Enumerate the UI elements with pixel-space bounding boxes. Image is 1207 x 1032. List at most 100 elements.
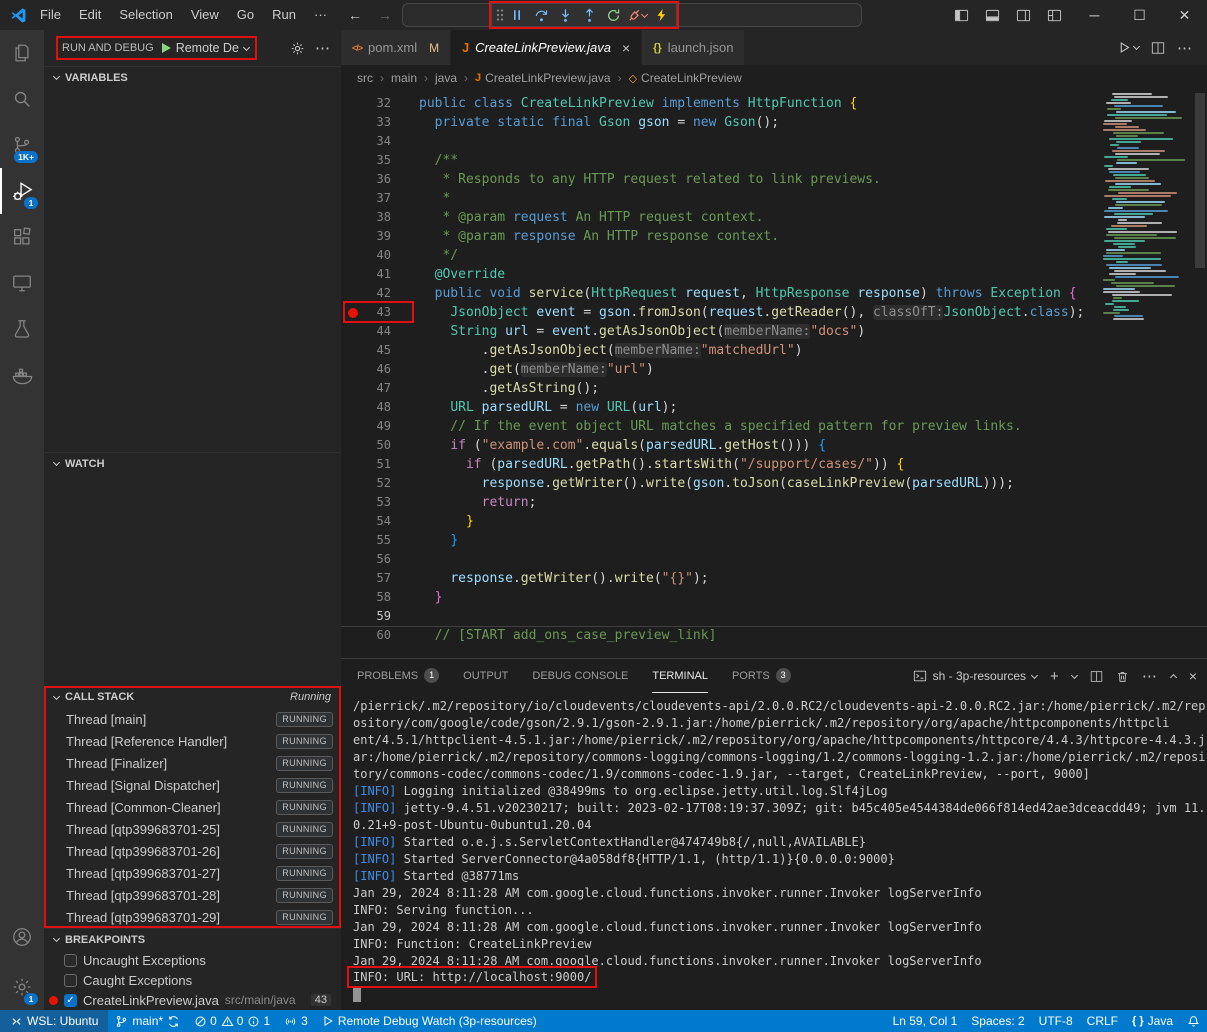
code-line[interactable]: 55 }	[341, 531, 1207, 550]
kill-terminal-icon[interactable]	[1116, 670, 1129, 683]
code-line[interactable]: 34	[341, 132, 1207, 151]
docker-icon[interactable]	[0, 352, 44, 398]
panel-tab-terminal[interactable]: TERMINAL	[652, 659, 708, 693]
disconnect-icon[interactable]	[625, 4, 649, 26]
run-and-debug-icon[interactable]: 1	[0, 168, 44, 214]
code-line[interactable]: 46 .get(memberName:"url")	[341, 360, 1207, 379]
problems-indicator[interactable]: 0 0 1	[187, 1010, 277, 1032]
editor-gutter[interactable]: 47	[341, 379, 405, 398]
restart-icon[interactable]	[601, 4, 625, 26]
views-more-icon[interactable]: ⋯	[315, 39, 331, 57]
terminal-output[interactable]: /pierrick/.m2/repository/io/cloudevents/…	[341, 693, 1207, 1010]
editor-scrollbar[interactable]	[1193, 91, 1207, 658]
editor-gutter[interactable]: 59	[341, 607, 405, 626]
code-line[interactable]: 41 @Override	[341, 265, 1207, 284]
call-stack-thread[interactable]: Thread [qtp399683701-25]RUNNING	[44, 818, 341, 840]
editor-more-icon[interactable]: ⋯	[1177, 39, 1193, 57]
editor-gutter[interactable]: 56	[341, 550, 405, 569]
new-terminal-icon[interactable]: +	[1050, 668, 1059, 685]
breadcrumb-item[interactable]: ◇CreateLinkPreview	[629, 71, 742, 85]
code-line[interactable]: 50 if ("example.com".equals(parsedURL.ge…	[341, 436, 1207, 455]
breakpoints-section-header[interactable]: BREAKPOINTS	[44, 928, 341, 950]
terminal-dropdown-icon[interactable]	[1071, 671, 1078, 678]
close-window-button[interactable]: ✕	[1162, 0, 1207, 30]
menu-file[interactable]: File	[31, 0, 70, 30]
editor-gutter[interactable]: 39	[341, 227, 405, 246]
source-control-icon[interactable]: 1K+	[0, 122, 44, 168]
panel-tab-problems[interactable]: PROBLEMS1	[357, 659, 439, 693]
breakpoint-item[interactable]: ✓CreateLinkPreview.javasrc/main/java43	[44, 990, 341, 1010]
editor-gutter[interactable]: 42	[341, 284, 405, 303]
maximize-panel-icon[interactable]	[1170, 674, 1177, 681]
editor-gutter[interactable]: 46	[341, 360, 405, 379]
code-line[interactable]: 60 // [START add_ons_case_preview_link]	[341, 626, 1207, 645]
editor-gutter[interactable]: 45	[341, 341, 405, 360]
editor-gutter[interactable]: 57	[341, 569, 405, 588]
minimize-button[interactable]: ─	[1072, 0, 1117, 30]
call-stack-thread[interactable]: Thread [Finalizer]RUNNING	[44, 752, 341, 774]
cursor-position[interactable]: Ln 59, Col 1	[886, 1010, 965, 1032]
code-line[interactable]: 33 private static final Gson gson = new …	[341, 113, 1207, 132]
menu-view[interactable]: View	[182, 0, 228, 30]
terminal-selector[interactable]: sh - 3p-resources	[913, 669, 1037, 683]
code-line[interactable]: 47 .getAsString();	[341, 379, 1207, 398]
breadcrumb-item[interactable]: java	[435, 71, 457, 85]
start-debug-icon[interactable]	[162, 43, 171, 53]
editor-gutter[interactable]: 41	[341, 265, 405, 284]
breakpoint-checkbox[interactable]: ✓	[64, 994, 77, 1007]
editor-gutter[interactable]: 58	[341, 588, 405, 607]
git-branch-indicator[interactable]: main*	[108, 1010, 187, 1032]
variables-section-header[interactable]: VARIABLES	[44, 66, 341, 88]
code-line[interactable]: 54 }	[341, 512, 1207, 531]
remote-explorer-icon[interactable]	[0, 260, 44, 306]
code-line[interactable]: 36 * Responds to any HTTP request relate…	[341, 170, 1207, 189]
language-indicator[interactable]: { }Java	[1125, 1010, 1180, 1032]
code-line[interactable]: 57 response.getWriter().write("{}");	[341, 569, 1207, 588]
breakpoint-checkbox[interactable]	[64, 974, 77, 987]
drag-handle[interactable]	[495, 8, 505, 22]
code-line[interactable]: 51 if (parsedURL.getPath().startsWith("/…	[341, 455, 1207, 474]
call-stack-thread[interactable]: Thread [main]RUNNING	[44, 708, 341, 730]
breakpoint-item[interactable]: Caught Exceptions	[44, 970, 341, 990]
panel-more-icon[interactable]: ⋯	[1142, 667, 1158, 685]
remote-indicator[interactable]: WSL: Ubuntu	[0, 1010, 108, 1032]
tab-launch-json[interactable]: {} launch.json	[642, 30, 745, 65]
extensions-icon[interactable]	[0, 214, 44, 260]
editor-gutter[interactable]: 54	[341, 512, 405, 531]
menu-overflow[interactable]: ···	[305, 0, 336, 30]
breakpoint-item[interactable]: Uncaught Exceptions	[44, 950, 341, 970]
nav-forward-icon[interactable]: →	[378, 7, 392, 23]
code-line[interactable]: 52 response.getWriter().write(gson.toJso…	[341, 474, 1207, 493]
call-stack-thread[interactable]: Thread [Common-Cleaner]RUNNING	[44, 796, 341, 818]
toggle-secondary-sidebar-icon[interactable]	[1016, 8, 1031, 23]
tab-createlinkpreview-java[interactable]: J CreateLinkPreview.java ×	[451, 30, 642, 65]
menu-run[interactable]: Run	[263, 0, 305, 30]
code-line[interactable]: 59	[341, 607, 1207, 626]
account-icon[interactable]	[0, 914, 44, 960]
editor-gutter[interactable]: 35	[341, 151, 405, 170]
forwarded-ports-indicator[interactable]: 3	[277, 1010, 315, 1032]
run-file-button[interactable]	[1118, 41, 1139, 54]
close-tab-icon[interactable]: ×	[622, 40, 630, 56]
hot-code-replace-icon[interactable]	[649, 4, 673, 26]
breadcrumb-item[interactable]: main	[391, 71, 417, 85]
debug-status[interactable]: Remote Debug Watch (3p-resources)	[315, 1010, 544, 1032]
encoding-indicator[interactable]: UTF-8	[1032, 1010, 1080, 1032]
call-stack-section-header[interactable]: CALL STACK Running	[44, 686, 341, 708]
tab-pom-xml[interactable]: </> pom.xml M	[341, 30, 451, 65]
editor-gutter[interactable]: 49	[341, 417, 405, 436]
launch-settings-gear-icon[interactable]	[290, 41, 305, 56]
editor-gutter[interactable]: 36	[341, 170, 405, 189]
code-line[interactable]: 44 String url = event.getAsJsonObject(me…	[341, 322, 1207, 341]
toggle-panel-icon[interactable]	[985, 8, 1000, 23]
panel-tab-output[interactable]: OUTPUT	[463, 659, 508, 693]
call-stack-thread[interactable]: Thread [qtp399683701-26]RUNNING	[44, 840, 341, 862]
call-stack-thread[interactable]: Thread [qtp399683701-28]RUNNING	[44, 884, 341, 906]
code-line[interactable]: 58 }	[341, 588, 1207, 607]
call-stack-thread[interactable]: Thread [Reference Handler]RUNNING	[44, 730, 341, 752]
search-icon[interactable]	[0, 76, 44, 122]
maximize-button[interactable]: ☐	[1117, 0, 1162, 30]
testing-icon[interactable]	[0, 306, 44, 352]
code-line[interactable]: 56	[341, 550, 1207, 569]
code-line[interactable]: 35 /**	[341, 151, 1207, 170]
